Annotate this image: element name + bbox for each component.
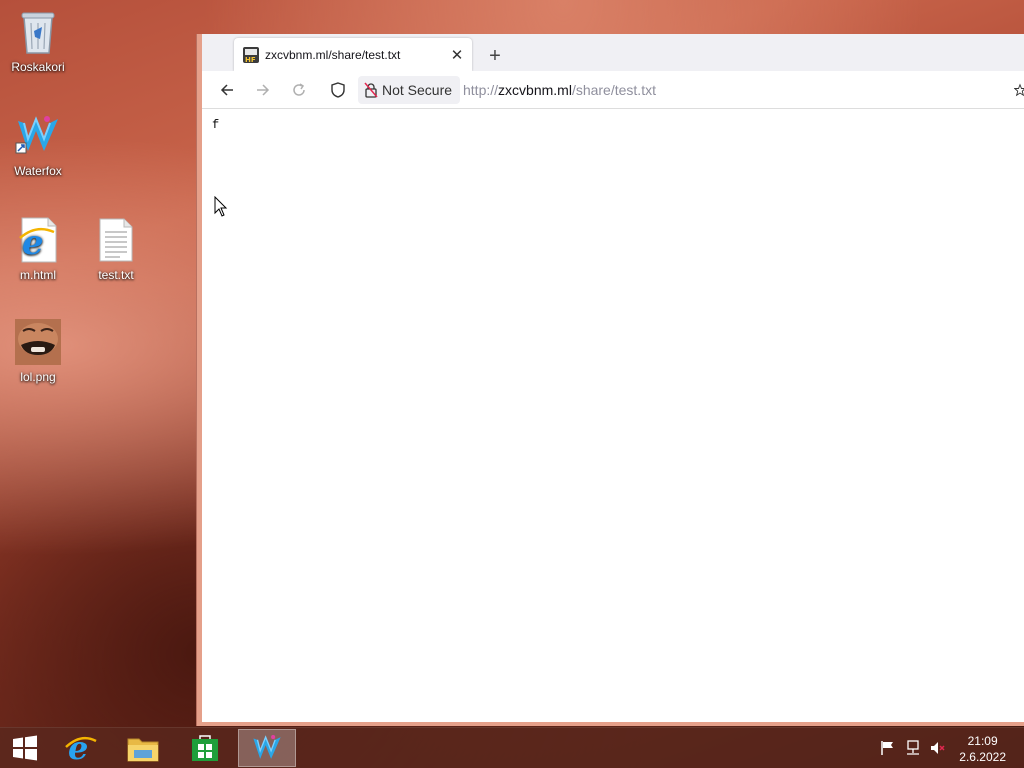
- tray-volume[interactable]: [928, 740, 946, 756]
- text-file-icon: [92, 216, 140, 264]
- network-icon: [907, 740, 919, 755]
- desktop-icon-label: lol.png: [20, 370, 56, 384]
- site-favicon-icon: HF: [243, 46, 259, 64]
- close-tab-icon[interactable]: ✕: [446, 44, 468, 66]
- ie-file-icon: e: [14, 216, 62, 264]
- bookmark-star-button[interactable]: [1014, 77, 1024, 103]
- navigation-toolbar: Not Secure http://zxcvbnm.ml/share/test.…: [202, 71, 1024, 109]
- desktop-icon-recycle-bin[interactable]: Roskakori: [0, 8, 76, 74]
- taskbar-internet-explorer[interactable]: e: [52, 729, 110, 767]
- tab-bar: HF zxcvbnm.ml/share/test.txt ✕ +: [202, 34, 1024, 71]
- tracking-protection-button[interactable]: [325, 77, 351, 103]
- file-explorer-icon: [127, 738, 159, 762]
- desktop-icon-label: test.txt: [98, 268, 134, 282]
- desktop-icon-waterfox[interactable]: Waterfox: [0, 112, 76, 178]
- store-icon: [192, 735, 218, 761]
- desktop-icon-lol-png[interactable]: lol.png: [0, 318, 76, 384]
- not-secure-indicator[interactable]: Not Secure: [358, 76, 461, 104]
- tray-action-center[interactable]: [879, 740, 897, 756]
- recycle-bin-icon: [14, 8, 62, 56]
- image-thumbnail-icon: [14, 318, 62, 366]
- page-text: f: [212, 118, 220, 132]
- desktop-icon-m-html[interactable]: e m.html: [0, 216, 76, 282]
- mouse-cursor-icon: [214, 196, 228, 217]
- forward-button[interactable]: [250, 77, 276, 103]
- url-scheme: http://: [463, 82, 499, 98]
- tab-title: zxcvbnm.ml/share/test.txt: [265, 47, 401, 62]
- reload-button[interactable]: [286, 77, 312, 103]
- svg-text:e: e: [68, 731, 88, 765]
- waterfox-icon: [14, 112, 62, 160]
- forward-arrow-icon: [257, 84, 270, 96]
- star-icon: [1014, 83, 1024, 97]
- clock-date: 2.6.2022: [959, 750, 1006, 764]
- volume-muted-icon: [931, 742, 945, 754]
- not-secure-label: Not Secure: [382, 82, 453, 98]
- taskbar-waterfox[interactable]: [238, 729, 296, 767]
- browser-window: HF zxcvbnm.ml/share/test.txt ✕ + Not Sec…: [196, 34, 1024, 726]
- taskbar-file-explorer[interactable]: [114, 729, 172, 767]
- back-arrow-icon: [220, 84, 233, 96]
- internet-explorer-icon: e: [65, 731, 97, 765]
- action-center-flag-icon: [881, 741, 893, 755]
- taskbar: e 21:09 2.6.2022: [0, 727, 1024, 768]
- url-host: zxcvbnm.ml: [498, 82, 572, 98]
- tab-active[interactable]: HF zxcvbnm.ml/share/test.txt ✕: [234, 38, 472, 71]
- desktop-icon-label: Waterfox: [14, 164, 62, 178]
- page-content: f: [202, 109, 1024, 722]
- taskbar-store[interactable]: [176, 729, 234, 767]
- start-icon: [13, 735, 37, 761]
- reload-icon: [293, 83, 305, 96]
- insecure-lock-icon: [364, 82, 378, 98]
- clock-time: 21:09: [967, 734, 998, 748]
- new-tab-button[interactable]: +: [483, 44, 507, 68]
- url-path: /share/test.txt: [571, 82, 656, 98]
- desktop-icon-test-txt[interactable]: test.txt: [78, 216, 154, 282]
- start-button[interactable]: [0, 729, 50, 767]
- clock[interactable]: 21:09 2.6.2022: [959, 733, 1006, 765]
- url-bar[interactable]: http://zxcvbnm.ml/share/test.txt: [463, 82, 656, 98]
- back-button[interactable]: [214, 77, 240, 103]
- desktop-icon-label: Roskakori: [11, 60, 65, 74]
- waterfox-icon: [253, 735, 281, 759]
- desktop-icon-label: m.html: [20, 268, 56, 282]
- svg-text:HF: HF: [245, 56, 256, 63]
- shield-icon: [331, 82, 345, 98]
- tray-network[interactable]: [904, 740, 922, 756]
